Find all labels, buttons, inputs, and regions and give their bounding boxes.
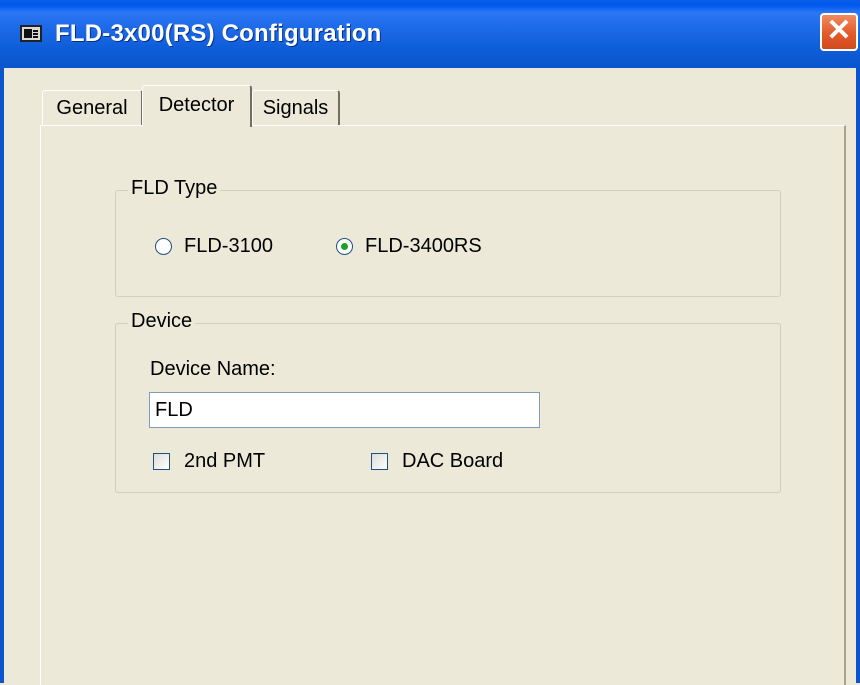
app-window-icon — [20, 25, 42, 42]
checkbox-icon[interactable] — [371, 453, 388, 470]
window-title: FLD-3x00(RS) Configuration — [55, 20, 382, 47]
title-bar[interactable]: FLD-3x00(RS) Configuration ✕ — [0, 0, 860, 68]
device-legend: Device — [128, 310, 196, 333]
tab-detector[interactable]: Detector — [142, 85, 252, 127]
checkbox-icon[interactable] — [153, 453, 170, 470]
radio-fld-3400rs[interactable]: FLD-3400RS — [336, 235, 482, 258]
radio-button-checked-icon[interactable] — [336, 238, 353, 255]
fld-type-legend: FLD Type — [128, 177, 221, 200]
checkbox-label-dac-board: DAC Board — [402, 450, 504, 472]
radio-fld-3100[interactable]: FLD-3100 — [155, 235, 273, 258]
radio-label-fld-3400rs: FLD-3400RS — [365, 235, 482, 257]
tab-general[interactable]: General — [42, 90, 143, 126]
radio-label-fld-3100: FLD-3100 — [184, 235, 273, 257]
device-name-input[interactable] — [149, 392, 540, 428]
checkbox-dac-board[interactable]: DAC Board — [371, 450, 503, 473]
radio-button-icon[interactable] — [155, 238, 172, 255]
close-button[interactable]: ✕ — [820, 13, 858, 51]
tab-signals[interactable]: Signals — [252, 90, 340, 126]
window-border-right — [856, 68, 860, 683]
window-border-left — [0, 68, 4, 683]
device-name-label: Device Name: — [150, 358, 276, 380]
checkbox-label-2nd-pmt: 2nd PMT — [184, 450, 266, 472]
checkbox-2nd-pmt[interactable]: 2nd PMT — [153, 450, 265, 473]
